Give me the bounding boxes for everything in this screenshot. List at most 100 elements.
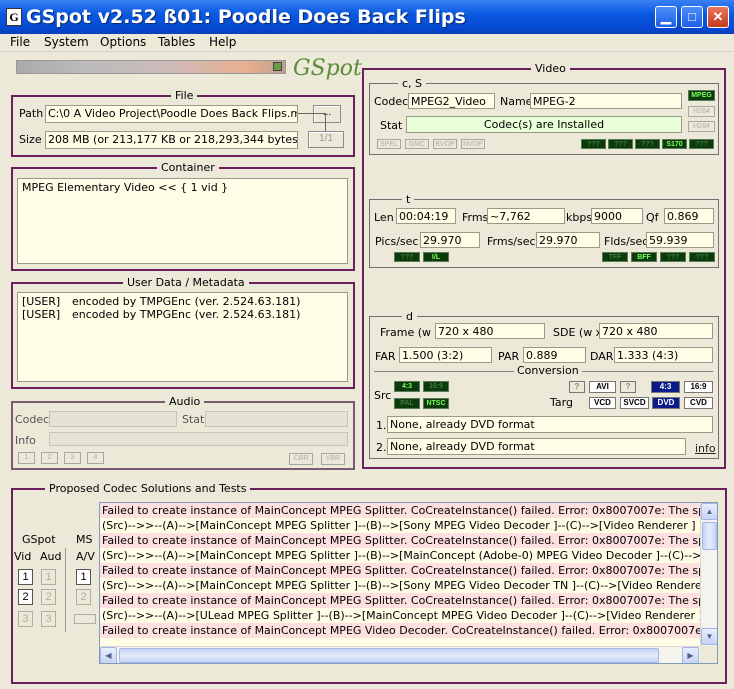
targ-vcd-button[interactable]: VCD — [589, 397, 616, 409]
video-name-field: MPEG-2 — [530, 93, 682, 109]
audio-stat-field — [205, 411, 348, 427]
log-line[interactable]: (Src)-->>--(A)-->[ULead MPEG Splitter ]-… — [100, 608, 700, 623]
audio-stream-button-4[interactable]: 4 — [87, 452, 104, 464]
log-line[interactable]: (Src)-->>--(A)-->[MainConcept MPEG Split… — [100, 518, 700, 533]
qf-label: Qf — [646, 211, 659, 224]
bff-led: BFF — [631, 252, 657, 262]
frms-field: ~7,762 — [487, 208, 565, 224]
audio-group-title: Audio — [165, 395, 205, 408]
page-button[interactable]: 1/1 — [308, 131, 344, 148]
gspot-logo: GSpot — [293, 56, 362, 81]
solutions-log[interactable]: Failed to create instance of MainConcept… — [99, 502, 718, 664]
connector-line — [325, 113, 326, 131]
interlaced-led: I/L — [423, 252, 449, 262]
container-text[interactable]: MPEG Elementary Video << { 1 vid } — [17, 178, 348, 264]
targ-label: Targ — [550, 396, 573, 409]
len-field: 00:04:19 — [396, 208, 456, 224]
cbr-button[interactable]: CBR — [289, 453, 313, 465]
menu-help[interactable]: Help — [209, 35, 236, 49]
vid-solution-button-3[interactable]: 3 — [18, 611, 33, 627]
aud-solution-button-2[interactable]: 2 — [41, 589, 56, 605]
frame-field: 720 x 480 — [435, 323, 545, 339]
scroll-thumb[interactable] — [702, 522, 717, 550]
pics-sec-field: 29.970 — [420, 232, 480, 248]
targ-cvd-button[interactable]: CVD — [684, 397, 713, 409]
maximize-button[interactable]: □ — [681, 6, 703, 28]
targ-svcd-button[interactable]: SVCD — [620, 397, 649, 409]
targ-dvd-button[interactable]: DVD — [652, 397, 680, 409]
audio-info-field — [49, 432, 348, 446]
vertical-scrollbar[interactable]: ▲ ▼ — [700, 503, 717, 646]
proposed-group-title: Proposed Codec Solutions and Tests — [45, 482, 251, 495]
minimize-icon: ▁ — [661, 9, 671, 24]
frms-sec-field: 29.970 — [536, 232, 600, 248]
vbr-button[interactable]: VBR — [321, 453, 345, 465]
scroll-down-icon[interactable]: ▼ — [701, 628, 717, 645]
scroll-up-icon[interactable]: ▲ — [701, 503, 717, 520]
aud-label: Aud — [40, 550, 62, 563]
qf-field: 0.869 — [664, 208, 714, 224]
size-label: Size — [19, 133, 42, 146]
vid-solution-button-1[interactable]: 1 — [18, 569, 33, 585]
timing-led: ??? — [660, 252, 686, 262]
targ-4x3-button[interactable]: 4:3 — [651, 381, 680, 393]
horizontal-scrollbar[interactable]: ◀ ▶ — [100, 646, 700, 663]
conversion-2-field: None, already DVD format — [387, 438, 686, 455]
menu-bar: File System Options Tables Help — [0, 34, 734, 52]
targ-16x9-button[interactable]: 16:9 — [684, 381, 713, 393]
close-button[interactable]: ✕ — [707, 6, 729, 28]
targ-unknown-button[interactable]: ? — [620, 381, 636, 393]
far-label: FAR — [375, 350, 396, 363]
audio-stream-button-1[interactable]: 1 — [18, 452, 35, 464]
dimensions-subgroup-title: d — [402, 310, 417, 323]
vid-solution-button-2[interactable]: 2 — [18, 589, 33, 605]
film-icon[interactable]: G — [6, 8, 22, 26]
codec-led: ??? — [635, 139, 660, 149]
frms-label: Frms — [462, 211, 489, 224]
title-bar[interactable]: G GSpot v2.52 ß01: Poodle Does Back Flip… — [0, 0, 734, 34]
audio-stream-button-3[interactable]: 3 — [64, 452, 81, 464]
menu-system[interactable]: System — [44, 35, 89, 49]
targ-unknown-button[interactable]: ? — [569, 381, 585, 393]
aud-solution-button-3[interactable]: 3 — [41, 611, 56, 627]
scroll-right-icon[interactable]: ▶ — [682, 647, 699, 663]
timing-subgroup-title: t — [402, 193, 415, 206]
userdata-text[interactable]: [USER] encoded by TMPGEnc (ver. 2.524.63.… — [17, 292, 348, 382]
log-line[interactable]: Failed to create instance of MainConcept… — [100, 503, 700, 518]
conversion-2-number: 2. — [376, 441, 387, 454]
tff-led: TFF — [602, 252, 628, 262]
minimize-button[interactable]: ▁ — [655, 6, 677, 28]
ms-solution-button-2[interactable]: 2 — [76, 589, 91, 605]
menu-tables[interactable]: Tables — [158, 35, 195, 49]
sde-field: 720 x 480 — [599, 323, 713, 339]
ms-solution-button-1[interactable]: 1 — [76, 569, 91, 585]
file-group-title: File — [171, 89, 198, 102]
video-codec-label: Codec — [374, 95, 409, 108]
av-label: A/V — [76, 550, 95, 563]
log-line[interactable]: Failed to create instance of MainConcept… — [100, 593, 700, 608]
log-line[interactable]: Failed to create instance of MainConcept… — [100, 533, 700, 548]
menu-options[interactable]: Options — [100, 35, 146, 49]
ms-column-label: MS — [76, 533, 93, 546]
log-line[interactable]: Failed to create instance of MainConcept… — [100, 563, 700, 578]
scroll-left-icon[interactable]: ◀ — [100, 647, 117, 663]
codec-subgroup-title: c, S — [398, 77, 427, 90]
aud-solution-button-1[interactable]: 1 — [41, 569, 56, 585]
audio-stat-label: Stat — [182, 413, 205, 426]
path-label: Path — [19, 107, 44, 120]
targ-avi-button[interactable]: AVI — [589, 381, 616, 393]
conversion-title: Conversion — [514, 364, 582, 377]
menu-file[interactable]: File — [10, 35, 30, 49]
audio-stream-button-2[interactable]: 2 — [41, 452, 58, 464]
log-line[interactable]: Failed to create instance of MainConcept… — [100, 623, 700, 638]
ms-blank-button[interactable] — [74, 614, 96, 624]
pics-sec-label: Pics/sec — [375, 235, 419, 248]
browse-button[interactable]: ... — [313, 105, 341, 123]
log-line[interactable]: (Src)-->>--(A)-->[MainConcept MPEG Split… — [100, 578, 700, 593]
info-link[interactable]: info — [695, 442, 716, 455]
scroll-thumb[interactable] — [119, 648, 659, 663]
log-line[interactable]: (Src)-->>--(A)-->[MainConcept MPEG Split… — [100, 548, 700, 563]
video-stat-label: Stat — [380, 119, 403, 132]
path-field[interactable]: C:\0 A Video Project\Poodle Does Back Fl… — [45, 105, 298, 123]
vid-label: Vid — [14, 550, 32, 563]
